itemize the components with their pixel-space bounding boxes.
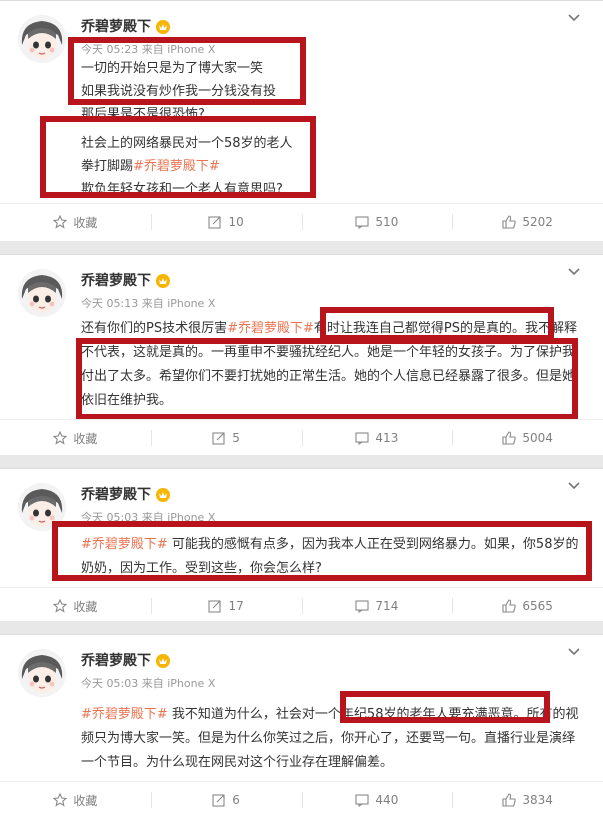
star-icon bbox=[53, 793, 68, 807]
action-bar: 收藏 6 440 3834 bbox=[0, 781, 603, 818]
repost-icon bbox=[208, 216, 222, 229]
avatar[interactable] bbox=[18, 649, 66, 697]
post-meta: 今天 05:23 来自 iPhone X bbox=[81, 43, 216, 56]
repost-button[interactable]: 6 bbox=[150, 782, 302, 818]
hashtag-link[interactable]: #乔碧萝殿下# bbox=[81, 537, 168, 552]
thumbs-up-icon bbox=[502, 793, 517, 807]
action-bar: 收藏 10 510 5202 bbox=[0, 203, 603, 240]
hashtag-link[interactable]: #乔碧萝殿下# bbox=[227, 321, 314, 336]
vip-badge-icon bbox=[156, 274, 170, 288]
post-card: 乔碧萝殿下 今天 05:23 来自 iPhone X 一切的开始只是为了博大家一… bbox=[0, 0, 603, 241]
avatar[interactable] bbox=[18, 15, 66, 63]
vip-badge-icon bbox=[156, 654, 170, 668]
username[interactable]: 乔碧萝殿下 bbox=[81, 484, 171, 504]
post-meta: 今天 05:13 来自 iPhone X bbox=[81, 297, 216, 310]
repost-button[interactable]: 17 bbox=[150, 588, 302, 621]
post-text: #乔碧萝殿下# 可能我的感慨有点多，因为我本人正在受到网络暴力。如果，你58岁的… bbox=[81, 537, 579, 576]
post-meta: 今天 05:03 来自 iPhone X bbox=[81, 677, 216, 690]
comment-button[interactable]: 440 bbox=[301, 782, 453, 818]
collect-button[interactable]: 收藏 bbox=[0, 588, 151, 621]
post-body: 还有你们的PS技术很厉害#乔碧萝殿下#有时让我连自己都觉得PS的是真的。我不解释… bbox=[81, 317, 583, 413]
post-card: 乔碧萝殿下 今天 05:03 来自 iPhone X #乔碧萝殿下# 我不知道为… bbox=[0, 634, 603, 819]
comment-button[interactable]: 510 bbox=[301, 204, 453, 240]
like-button[interactable]: 5004 bbox=[452, 420, 603, 455]
action-bar: 收藏 5 413 5004 bbox=[0, 419, 603, 455]
comment-button[interactable]: 714 bbox=[301, 588, 453, 621]
comment-icon bbox=[355, 432, 369, 445]
post-body: #乔碧萝殿下# 可能我的感慨有点多，因为我本人正在受到网络暴力。如果，你58岁的… bbox=[81, 533, 583, 581]
vip-badge-icon bbox=[156, 20, 170, 34]
post-card: 乔碧萝殿下 今天 05:13 来自 iPhone X 还有你们的PS技术很厉害#… bbox=[0, 254, 603, 455]
thumbs-up-icon bbox=[502, 431, 517, 445]
chevron-down-icon[interactable] bbox=[567, 265, 581, 279]
comment-icon bbox=[355, 794, 369, 807]
username[interactable]: 乔碧萝殿下 bbox=[81, 650, 171, 670]
post-line: 那后果是不是很恐怖? bbox=[81, 107, 205, 122]
post-line: 社会上的网络暴民对一个58岁的老人 bbox=[81, 136, 293, 151]
post-text: 还有你们的PS技术很厉害#乔碧萝殿下#有时让我连自己都觉得PS的是真的。我不解释… bbox=[81, 321, 577, 408]
like-button[interactable]: 3834 bbox=[452, 782, 603, 818]
repost-icon bbox=[208, 600, 222, 613]
comment-icon bbox=[355, 216, 369, 229]
vip-badge-icon bbox=[156, 488, 170, 502]
thumbs-up-icon bbox=[502, 215, 517, 229]
comment-button[interactable]: 413 bbox=[301, 420, 453, 455]
post-line: 欺负年轻女孩和一个老人有意思吗? bbox=[81, 182, 283, 197]
avatar[interactable] bbox=[18, 483, 66, 531]
comment-icon bbox=[355, 600, 369, 613]
post-text: #乔碧萝殿下# 我不知道为什么，社会对一个年纪58岁的老年人要充满恶意。所有的视… bbox=[81, 707, 579, 770]
username[interactable]: 乔碧萝殿下 bbox=[81, 270, 171, 290]
collect-button[interactable]: 收藏 bbox=[0, 204, 151, 240]
repost-button[interactable]: 5 bbox=[150, 420, 302, 455]
collect-button[interactable]: 收藏 bbox=[0, 420, 151, 455]
action-bar: 收藏 17 714 6565 bbox=[0, 587, 603, 621]
star-icon bbox=[53, 599, 68, 613]
repost-icon bbox=[212, 432, 225, 445]
repost-icon bbox=[212, 794, 225, 807]
avatar[interactable] bbox=[18, 269, 66, 317]
post-line: 一切的开始只是为了博大家一笑 bbox=[81, 61, 264, 76]
post-body: #乔碧萝殿下# 我不知道为什么，社会对一个年纪58岁的老年人要充满恶意。所有的视… bbox=[81, 703, 583, 775]
username[interactable]: 乔碧萝殿下 bbox=[81, 16, 171, 36]
chevron-down-icon[interactable] bbox=[567, 11, 581, 25]
collect-button[interactable]: 收藏 bbox=[0, 782, 151, 818]
hashtag-link[interactable]: #乔碧萝殿下# bbox=[133, 155, 583, 178]
like-button[interactable]: 6565 bbox=[452, 588, 603, 621]
post-meta: 今天 05:03 来自 iPhone X bbox=[81, 511, 216, 524]
chevron-down-icon[interactable] bbox=[567, 479, 581, 493]
like-button[interactable]: 5202 bbox=[452, 204, 603, 240]
thumbs-up-icon bbox=[502, 599, 517, 613]
post-line: 如果我说没有炒作我一分钱没有投 bbox=[81, 84, 277, 99]
hashtag-link[interactable]: #乔碧萝殿下# bbox=[81, 707, 168, 722]
star-icon bbox=[53, 215, 68, 229]
post-card: 乔碧萝殿下 今天 05:03 来自 iPhone X #乔碧萝殿下# 可能我的感… bbox=[0, 468, 603, 621]
chevron-down-icon[interactable] bbox=[567, 645, 581, 659]
repost-button[interactable]: 10 bbox=[150, 204, 302, 240]
post-body: 一切的开始只是为了博大家一笑 如果我说没有炒作我一分钱没有投 那后果是不是很恐怖… bbox=[81, 57, 583, 201]
star-icon bbox=[53, 431, 68, 445]
